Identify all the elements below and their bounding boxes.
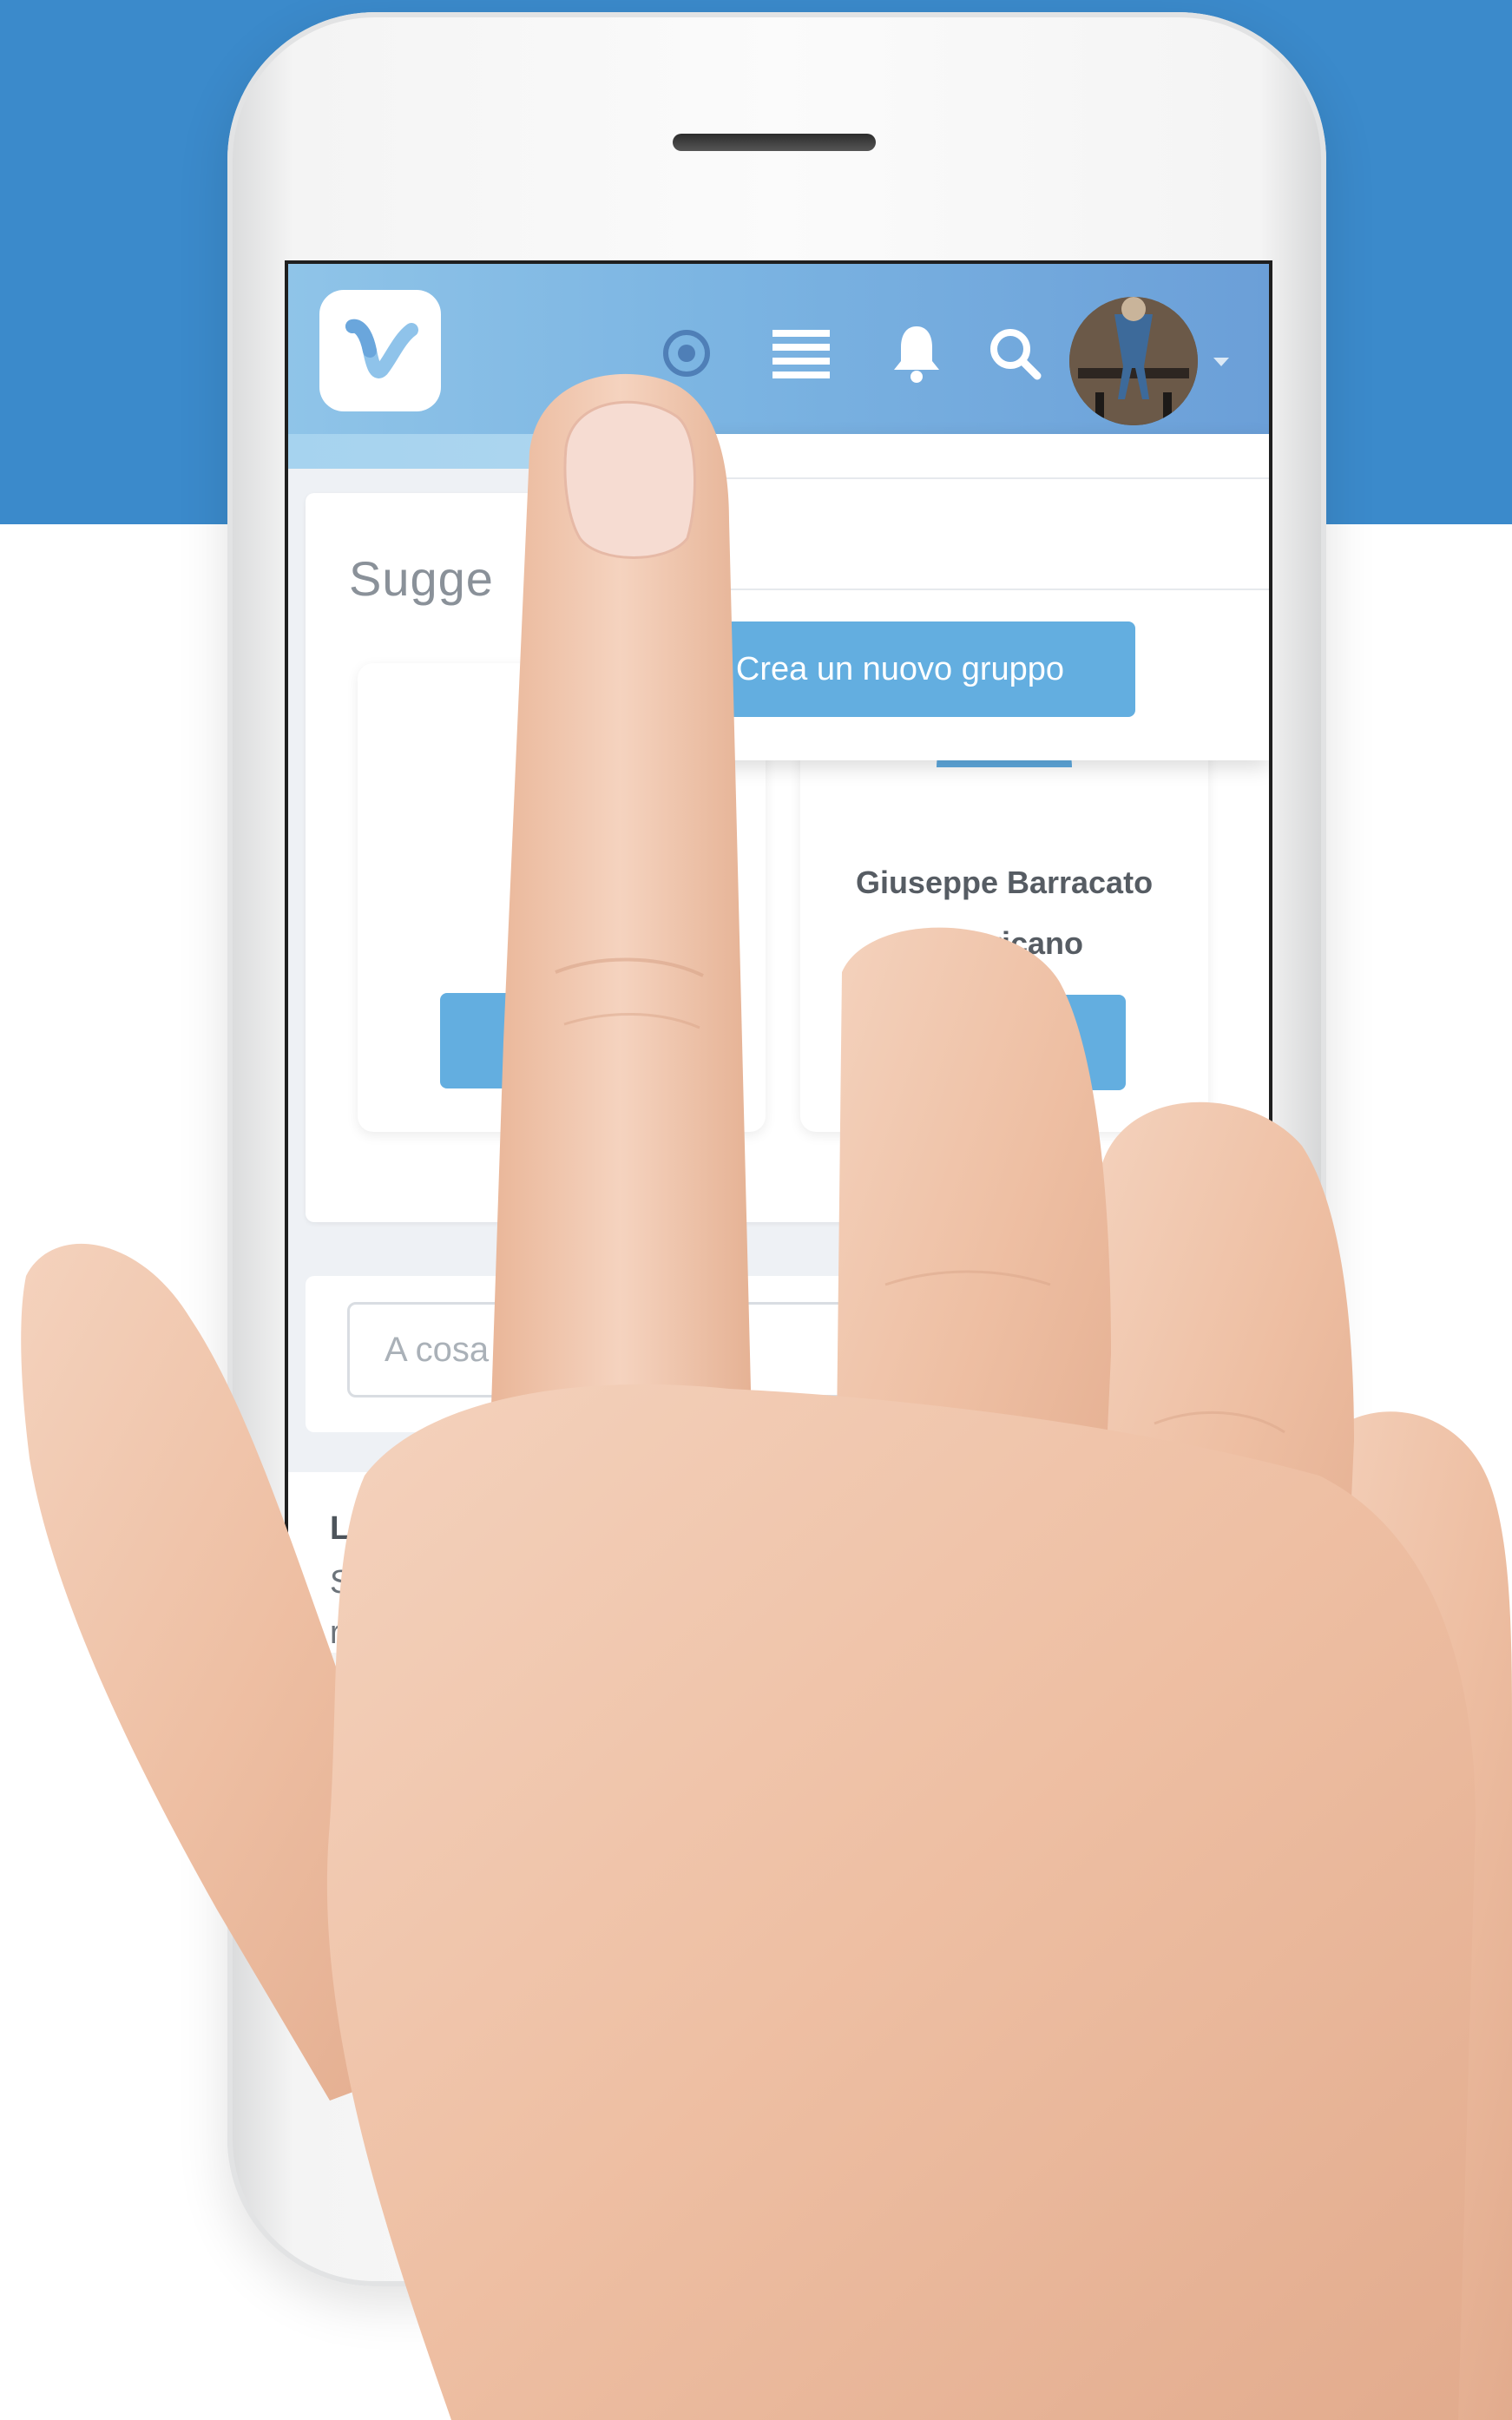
avatar[interactable]: [1069, 297, 1198, 425]
bacheca-text-line: Scrivi q: [330, 1564, 438, 1601]
chevron-down-icon[interactable]: [1213, 358, 1229, 366]
post-input[interactable]: A cosa: [347, 1302, 1215, 1397]
suggestion-sport: Fo ericano: [924, 925, 1084, 961]
bacheca-text-line: ruppo: [330, 1614, 415, 1651]
follow-button[interactable]: A: [440, 993, 683, 1088]
bacheca-title: La tua b: [330, 1510, 457, 1547]
suggestion-name: Da: [541, 863, 582, 898]
top-navbar: [288, 264, 1269, 434]
search-icon[interactable]: [988, 326, 1042, 380]
create-group-button[interactable]: Crea un nuovo gruppo: [665, 621, 1135, 717]
composer-card: A cosa: [306, 1276, 1269, 1432]
target-icon[interactable]: [660, 326, 713, 380]
bacheca-card: La tua b Scrivi q ruppo: [288, 1472, 1269, 1653]
suggestion-sport: Footl: [523, 924, 600, 959]
dropdown-menu: erca Crea un nuovo gruppo: [557, 434, 1269, 760]
v-logo-icon[interactable]: [319, 290, 441, 411]
bacheca-text: Scrivi q ruppo: [330, 1557, 1180, 1653]
phone-speaker: [673, 134, 876, 151]
phone-screen: Sugge Da Footl A Giuseppe Barracato Fo e…: [285, 260, 1272, 1653]
list-icon[interactable]: [772, 330, 830, 378]
follow-button[interactable]: [883, 995, 1126, 1090]
bell-icon[interactable]: [891, 323, 943, 384]
suggestion-name: Giuseppe Barracato: [855, 865, 1154, 900]
dropdown-search-input[interactable]: erca: [557, 477, 1269, 590]
suggestions-title: Sugge: [349, 551, 494, 606]
